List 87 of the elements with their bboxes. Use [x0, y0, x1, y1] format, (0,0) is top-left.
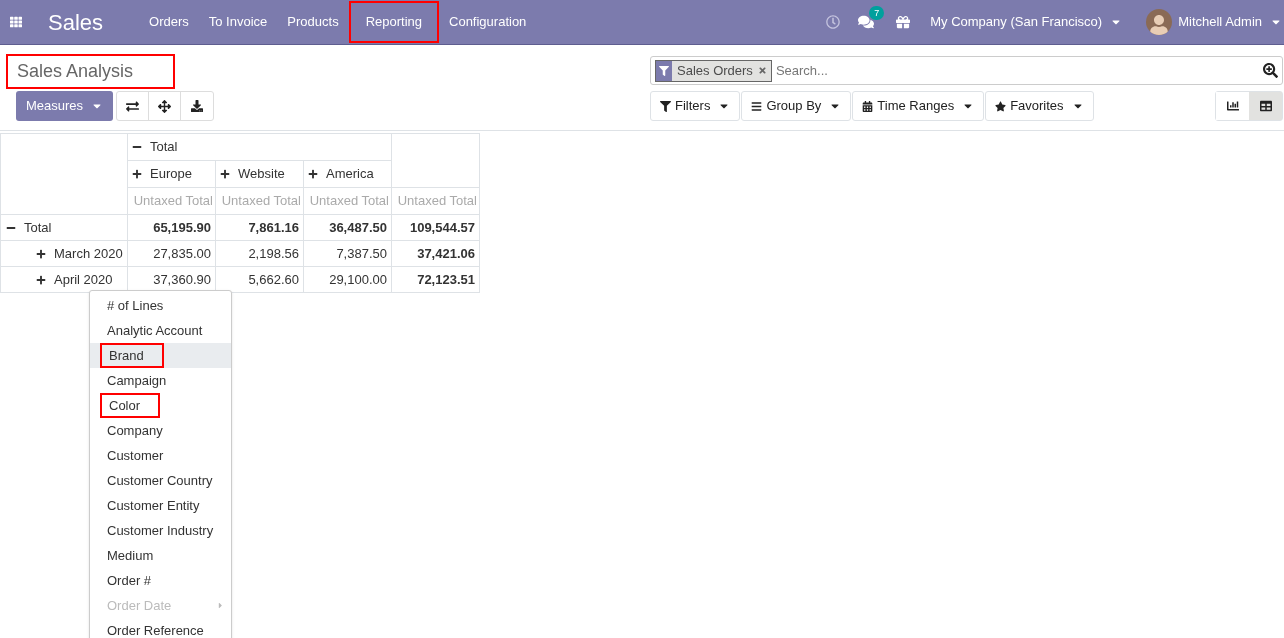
search-input[interactable]: Search... [775, 60, 1263, 81]
item-label: Order Date [106, 596, 173, 615]
move-arrows-icon [158, 99, 172, 113]
item-label: Order # [106, 571, 153, 590]
item-label: Order Reference [106, 621, 205, 638]
measure-header: Untaxed Total [303, 187, 392, 215]
dropdown-item[interactable]: Brand [90, 343, 231, 368]
table-icon [1259, 100, 1272, 112]
expand-icon [308, 169, 318, 179]
dropdown-item[interactable]: Customer [90, 443, 231, 468]
message-badge: 7 [869, 6, 885, 20]
search-field[interactable]: Sales Orders Search... [650, 56, 1283, 85]
item-label: Analytic Account [106, 321, 204, 340]
calendar-icon [862, 100, 874, 112]
avatar[interactable] [1146, 9, 1173, 35]
measures-button[interactable]: Measures [16, 91, 114, 121]
column-header[interactable]: Total [127, 133, 392, 161]
filter-facet[interactable]: Sales Orders [655, 59, 772, 82]
star-icon [995, 100, 1007, 112]
value-cell: 29,100.00 [303, 266, 392, 293]
item-label: Campaign [106, 371, 168, 390]
value-cell: 72,123.51 [391, 266, 480, 293]
menu-link[interactable]: To Invoice [198, 1, 278, 43]
dropdown-item[interactable]: Order # [90, 568, 231, 593]
dropdown-item[interactable]: Customer Industry [90, 518, 231, 543]
dropdown-item[interactable]: Customer Country [90, 468, 231, 493]
dropdown-item[interactable]: Company [90, 418, 231, 443]
item-label: Customer Country [106, 471, 214, 490]
value-cell: 37,421.06 [391, 240, 480, 267]
value-cell: 36,487.50 [303, 214, 392, 241]
menu-link[interactable]: Reporting [348, 1, 439, 43]
dropdown-item[interactable]: Order Reference [90, 618, 231, 638]
gift-icon[interactable] [896, 15, 911, 29]
chat-icon[interactable] [858, 14, 875, 30]
column-header[interactable]: Europe [127, 160, 216, 188]
column-header[interactable]: Website [215, 160, 304, 188]
expand-icon [36, 248, 46, 259]
download-icon [191, 100, 204, 112]
filter-icon [660, 100, 671, 112]
menu-link[interactable]: Orders [139, 1, 199, 43]
bar-chart-icon [1226, 100, 1239, 112]
measure-header: Untaxed Total [391, 187, 480, 215]
measure-header: Untaxed Total [127, 187, 216, 215]
filter-icon [659, 65, 669, 76]
item-label: Customer Entity [106, 496, 201, 515]
filter-dropdown-button[interactable]: Favorites [985, 91, 1094, 121]
value-cell: 65,195.90 [127, 214, 216, 241]
menu-link[interactable]: Products [277, 1, 349, 43]
item-label: Company [106, 421, 164, 440]
page-title: Sales Analysis [6, 54, 175, 89]
item-label: Color [100, 393, 161, 418]
dropdown-item[interactable]: # of Lines [90, 293, 231, 318]
view-switch-button[interactable] [1249, 92, 1282, 120]
value-cell: 2,198.56 [215, 240, 304, 267]
item-label: # of Lines [106, 296, 165, 315]
dropdown-item[interactable]: Color [90, 393, 231, 418]
filter-dropdown-button[interactable]: Group By [741, 91, 852, 121]
expand-icon [36, 274, 46, 285]
expand-icon [132, 169, 142, 179]
menu-link[interactable]: Configuration [439, 1, 537, 43]
filter-dropdown-button[interactable]: Filters [650, 91, 741, 121]
remove-icon[interactable] [757, 66, 767, 75]
dropdown-item[interactable]: Analytic Account [90, 318, 231, 343]
item-label: Brand [100, 343, 164, 368]
row-header[interactable]: Total [0, 214, 128, 241]
swap-arrows-icon [126, 99, 140, 113]
measure-header: Untaxed Total [215, 187, 304, 215]
dropdown-item[interactable]: Customer Entity [90, 493, 231, 518]
value-cell: 7,861.16 [215, 214, 304, 241]
search-icon[interactable] [1263, 63, 1278, 78]
item-label: Customer [106, 446, 165, 465]
filter-dropdown-button[interactable]: Time Ranges [852, 91, 985, 121]
item-label: Customer Industry [106, 521, 215, 540]
user-menu[interactable]: Mitchell Admin [1178, 12, 1282, 32]
expand-icon [220, 169, 230, 179]
company-switcher[interactable]: My Company (San Francisco) [930, 12, 1123, 32]
value-cell: 7,387.50 [303, 240, 392, 267]
dropdown-item[interactable]: Campaign [90, 368, 231, 393]
dropdown-item[interactable]: Medium [90, 543, 231, 568]
value-cell: 109,544.57 [391, 214, 480, 241]
row-header[interactable]: March 2020 [0, 240, 128, 267]
apps-icon[interactable] [10, 16, 22, 28]
list-icon [751, 100, 763, 112]
app-title: Sales [48, 8, 104, 37]
value-cell: 27,835.00 [127, 240, 216, 267]
item-label: Medium [106, 546, 155, 565]
submenu-caret-icon [216, 601, 225, 610]
